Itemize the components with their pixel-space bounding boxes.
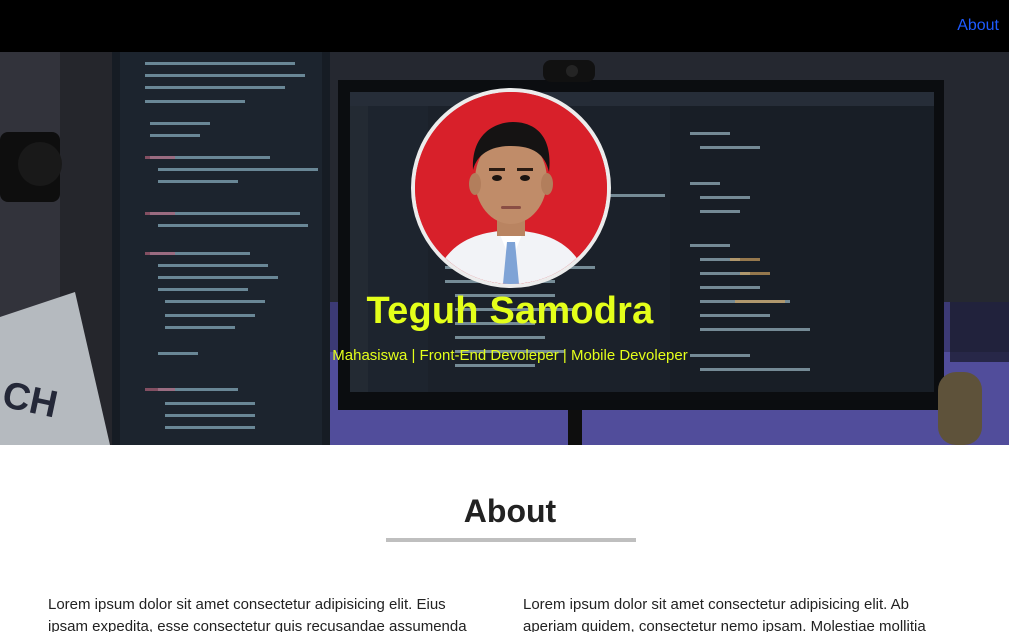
hero-tagline: Mahasiswa | Front-End Devoleper | Mobile… [332,347,688,364]
nav-link-about[interactable]: About [957,17,999,35]
profile-photo [415,92,607,284]
hero-name: Teguh Samodra [366,290,654,332]
about-heading: About [463,493,557,529]
navbar: About [0,0,1009,52]
hero-banner: CH Teguh Samodra Mahasiswa | Front-End D… [0,52,1009,445]
about-heading-underline [386,538,636,542]
profile-avatar [411,88,611,288]
about-paragraph-right: Lorem ipsum dolor sit amet consectetur a… [523,596,926,632]
about-paragraph-left: Lorem ipsum dolor sit amet consectetur a… [48,596,467,632]
